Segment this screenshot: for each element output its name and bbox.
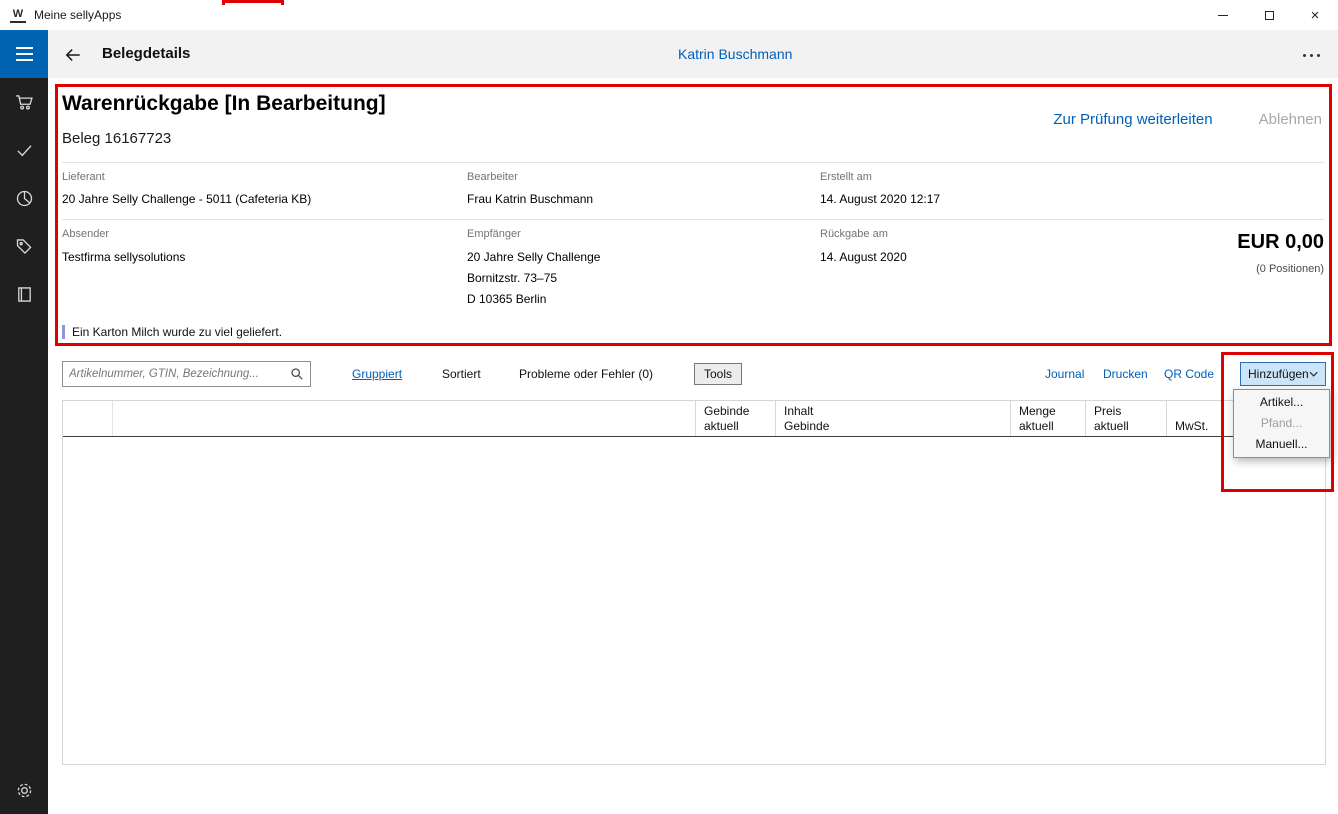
menu-item-artikel[interactable]: Artikel... — [1234, 392, 1329, 413]
back-button[interactable] — [62, 44, 84, 66]
problems-filter[interactable]: Probleme oder Fehler (0) — [519, 367, 653, 381]
divider — [62, 162, 1324, 163]
add-button[interactable]: Hinzufügen — [1240, 362, 1326, 386]
hinzufuegen-dropdown-menu: Artikel... Pfand... Manuell... — [1233, 389, 1330, 458]
document-note: Ein Karton Milch wurde zu viel geliefert… — [62, 325, 282, 339]
sidebar — [0, 30, 48, 814]
grouped-toggle[interactable]: Gruppiert — [352, 367, 402, 381]
field-label-bearbeiter: Bearbeiter — [467, 171, 518, 183]
close-icon: × — [1311, 8, 1320, 23]
field-label-rueckgabe-am: Rückgabe am — [820, 228, 888, 240]
field-label-erstellt-am: Erstellt am — [820, 171, 872, 183]
menu-item-manuell[interactable]: Manuell... — [1234, 434, 1329, 455]
sidebar-item-articles[interactable] — [0, 222, 48, 270]
document-number: Beleg 16167723 — [62, 130, 171, 147]
back-arrow-icon — [63, 45, 83, 65]
window-controls: × — [1200, 0, 1338, 30]
more-icon — [1303, 54, 1306, 57]
hamburger-menu-button[interactable] — [0, 30, 48, 78]
field-label-lieferant: Lieferant — [62, 171, 105, 183]
reject-button: Ablehnen — [1259, 111, 1322, 128]
app-header: Belegdetails Katrin Buschmann — [48, 30, 1338, 78]
menu-item-pfand: Pfand... — [1234, 413, 1329, 434]
field-label-empfaenger: Empfänger — [467, 228, 521, 240]
table-header: Gebinde aktuell Inhalt Gebinde Menge akt… — [63, 401, 1325, 437]
table-header-cell-gebinde: Gebinde aktuell — [695, 401, 775, 436]
field-value-rueckgabe-am: 14. August 2020 — [820, 247, 907, 268]
maximize-button[interactable] — [1246, 0, 1292, 30]
chevron-down-icon — [1309, 371, 1318, 377]
sidebar-item-tasks[interactable] — [0, 126, 48, 174]
table-header-cell-description — [113, 401, 695, 436]
qr-code-link[interactable]: QR Code — [1164, 367, 1214, 381]
field-value-erstellt-am: 14. August 2020 12:17 — [820, 189, 940, 210]
document-positions-count: (0 Positionen) — [1256, 263, 1324, 275]
minimize-button[interactable] — [1200, 0, 1246, 30]
sidebar-item-settings[interactable] — [0, 766, 48, 814]
print-link[interactable]: Drucken — [1103, 367, 1148, 381]
table-body — [63, 437, 1325, 764]
search-input[interactable] — [63, 362, 290, 386]
sidebar-item-journal[interactable] — [0, 270, 48, 318]
document-title: Warenrückgabe [In Bearbeitung] — [62, 92, 386, 116]
app-logo-icon: W — [10, 8, 26, 23]
tag-icon — [14, 236, 35, 257]
sidebar-item-cart[interactable] — [0, 78, 48, 126]
field-label-absender: Absender — [62, 228, 109, 240]
table-header-cell-inhalt: Inhalt Gebinde — [775, 401, 1010, 436]
table-header-cell-mwst: MwSt. — [1166, 401, 1240, 436]
table-header-cell-empty — [63, 401, 113, 436]
field-value-lieferant: 20 Jahre Selly Challenge - 5011 (Cafeter… — [62, 189, 311, 210]
add-button-label: Hinzufügen — [1248, 367, 1309, 381]
page-title: Belegdetails — [102, 45, 190, 62]
field-value-absender: Testfirma sellysolutions — [62, 247, 185, 268]
note-text: Ein Karton Milch wurde zu viel geliefert… — [72, 325, 282, 339]
table-header-cell-menge: Menge aktuell — [1010, 401, 1085, 436]
book-icon — [14, 284, 35, 305]
note-accent-bar — [62, 325, 65, 339]
minimize-icon — [1218, 15, 1228, 16]
search-box — [62, 361, 311, 387]
sorted-toggle[interactable]: Sortiert — [442, 367, 481, 381]
divider — [62, 219, 1324, 220]
cart-icon — [14, 92, 35, 113]
field-value-empfaenger: 20 Jahre Selly Challenge Bornitzstr. 73–… — [467, 247, 600, 310]
forward-for-review-button[interactable]: Zur Prüfung weiterleiten — [1053, 111, 1212, 128]
pie-chart-icon — [14, 188, 35, 209]
more-button[interactable] — [1299, 50, 1324, 61]
document-actions: Zur Prüfung weiterleiten Ablehnen — [1053, 111, 1322, 128]
table-header-cell-preis: Preis aktuell — [1085, 401, 1166, 436]
tools-button[interactable]: Tools — [694, 363, 742, 385]
positions-table: Gebinde aktuell Inhalt Gebinde Menge akt… — [62, 400, 1326, 765]
journal-link[interactable]: Journal — [1045, 367, 1084, 381]
window-title: Meine sellyApps — [34, 8, 121, 22]
close-button[interactable]: × — [1292, 0, 1338, 30]
maximize-icon — [1265, 11, 1274, 20]
checkmark-icon — [14, 140, 35, 161]
user-button[interactable]: Katrin Buschmann — [678, 46, 792, 62]
sidebar-item-reports[interactable] — [0, 174, 48, 222]
titlebar: W Meine sellyApps × — [0, 0, 1338, 30]
gear-icon — [14, 780, 35, 801]
search-icon — [290, 367, 304, 381]
field-value-bearbeiter: Frau Katrin Buschmann — [467, 189, 593, 210]
document-total: EUR 0,00 — [1237, 231, 1324, 254]
